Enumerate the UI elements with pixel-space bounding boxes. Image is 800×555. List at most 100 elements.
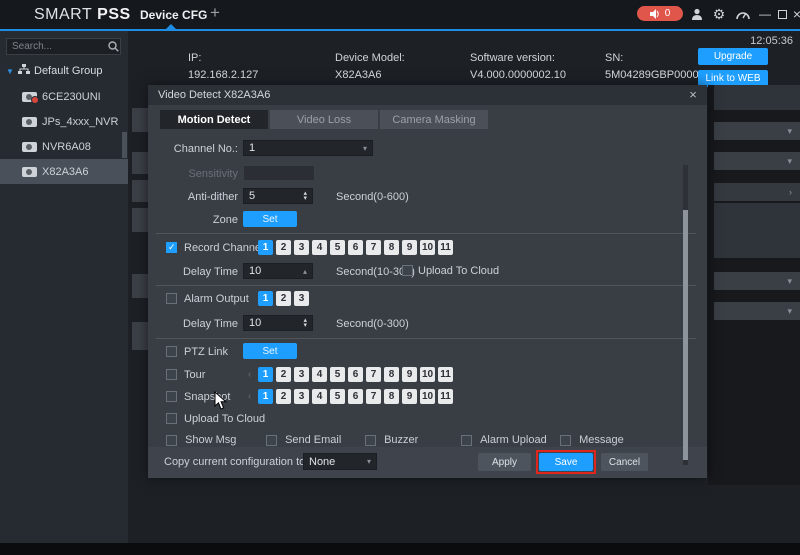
chevron-left-icon[interactable]: ‹ (248, 391, 251, 402)
channel-button[interactable]: 2 (276, 389, 291, 404)
chevron-left-icon[interactable]: ‹ (248, 369, 251, 380)
channel-button[interactable]: 9 (402, 389, 417, 404)
user-icon[interactable] (688, 5, 706, 23)
upgrade-button[interactable]: Upgrade (698, 48, 768, 65)
record-channel-buttons: 1234567891011 (258, 240, 453, 255)
channel-button[interactable]: 8 (384, 240, 399, 255)
sidebar-device-item[interactable]: JPs_4xxx_NVR (0, 109, 128, 134)
notify-checkbox[interactable] (365, 435, 376, 446)
tree-expand-icon[interactable]: ▼ (6, 67, 18, 76)
channel-button[interactable]: 4 (312, 240, 327, 255)
channel-button[interactable]: 11 (438, 367, 453, 382)
new-tab-button[interactable]: + (210, 3, 220, 23)
channel-button[interactable]: 2 (276, 291, 291, 306)
delay-time-label: Delay Time (148, 318, 238, 330)
channel-button[interactable]: 9 (402, 367, 417, 382)
notify-checkbox[interactable] (266, 435, 277, 446)
channel-button[interactable]: 3 (294, 240, 309, 255)
channel-button[interactable]: 5 (330, 389, 345, 404)
copy-config-select[interactable]: None ▾ (303, 453, 377, 470)
minimize-button[interactable]: — (756, 5, 774, 23)
record-delay-input[interactable]: 10 ▴ (243, 263, 313, 279)
channel-button[interactable]: 4 (312, 367, 327, 382)
gauge-icon[interactable] (734, 5, 752, 23)
dialog-tab[interactable]: Video Loss (270, 110, 378, 129)
notify-checkbox[interactable] (461, 435, 472, 446)
channel-button[interactable]: 6 (348, 367, 363, 382)
upload-to-cloud-checkbox[interactable] (402, 265, 413, 276)
channel-button[interactable]: 6 (348, 240, 363, 255)
channel-button[interactable]: 11 (438, 389, 453, 404)
alarm-delay-input[interactable]: 10 ▴▾ (243, 315, 313, 331)
channel-button[interactable]: 6 (348, 389, 363, 404)
search-icon[interactable] (108, 41, 119, 55)
channel-button[interactable]: 10 (420, 389, 435, 404)
alarm-notification-badge[interactable]: 0 (637, 6, 683, 21)
channel-button[interactable]: 2 (276, 367, 291, 382)
notify-checkbox[interactable] (166, 435, 177, 446)
sn-value: 5M04289GBP00005 (605, 69, 705, 81)
save-button[interactable]: Save (539, 453, 593, 471)
dialog-close-button[interactable]: × (685, 87, 701, 103)
sidebar-group-default[interactable]: ▼ Default Group (0, 61, 128, 81)
channel-button[interactable]: 7 (366, 367, 381, 382)
caret-up-icon[interactable]: ▴ (303, 267, 307, 276)
chevron-left-icon[interactable]: ‹ (248, 242, 251, 253)
search-input[interactable] (6, 38, 121, 55)
channel-button[interactable]: 1 (258, 240, 273, 255)
channel-button[interactable]: 5 (330, 240, 345, 255)
background-row-fragment (132, 180, 148, 202)
apply-button[interactable]: Apply (478, 453, 531, 471)
close-window-button[interactable]: × (788, 5, 800, 23)
sidebar-device-item[interactable]: X82A3A6 (0, 159, 128, 184)
upload-to-cloud-checkbox[interactable] (166, 413, 177, 424)
snapshot-checkbox[interactable] (166, 391, 177, 402)
dialog-tab[interactable]: Motion Detect (160, 110, 268, 129)
channel-button[interactable]: 5 (330, 367, 345, 382)
channel-button[interactable]: 10 (420, 240, 435, 255)
alarm-output-checkbox[interactable] (166, 293, 177, 304)
notify-option: Message (560, 434, 624, 446)
dialog-scrollbar-thumb[interactable] (683, 210, 688, 460)
spinner-icon[interactable]: ▴▾ (303, 191, 307, 201)
notify-option: Send Email (266, 434, 341, 446)
title-bar: SMART PSS Device CFG + 0 ⚙ — × (0, 0, 800, 29)
channel-button[interactable]: 3 (294, 291, 309, 306)
anti-dither-input[interactable]: 5 ▴▾ (243, 188, 313, 204)
spinner-icon[interactable]: ▴▾ (303, 318, 307, 328)
channel-button[interactable]: 3 (294, 367, 309, 382)
channel-button[interactable]: 1 (258, 389, 273, 404)
channel-no-select[interactable]: 1 ▾ (243, 140, 373, 156)
channel-button[interactable]: 9 (402, 240, 417, 255)
video-detect-dialog: Video Detect X82A3A6 × Motion DetectVide… (148, 85, 707, 478)
cancel-button[interactable]: Cancel (601, 453, 648, 471)
sidebar-device-item[interactable]: 6CE230UNI (0, 84, 128, 109)
maximize-icon (778, 10, 787, 19)
channel-button[interactable]: 8 (384, 389, 399, 404)
channel-button[interactable]: 7 (366, 240, 381, 255)
channel-button[interactable]: 3 (294, 389, 309, 404)
gear-icon[interactable]: ⚙ (710, 5, 728, 23)
channel-button[interactable]: 11 (438, 240, 453, 255)
tab-device-cfg[interactable]: Device CFG (140, 8, 207, 22)
channel-button[interactable]: 1 (258, 367, 273, 382)
channel-button[interactable]: 4 (312, 389, 327, 404)
dialog-scrollbar-track[interactable] (683, 165, 688, 465)
record-channel-checkbox[interactable] (166, 242, 177, 253)
sidebar-scrollbar-thumb[interactable] (122, 132, 127, 158)
notify-checkbox[interactable] (560, 435, 571, 446)
channel-button[interactable]: 8 (384, 367, 399, 382)
zone-set-button[interactable]: Set (243, 211, 297, 227)
channel-button[interactable]: 2 (276, 240, 291, 255)
channel-button[interactable]: 1 (258, 291, 273, 306)
channel-button[interactable]: 7 (366, 389, 381, 404)
dialog-tab[interactable]: Camera Masking (380, 110, 488, 129)
tour-label: Tour (184, 369, 205, 381)
ptz-link-checkbox[interactable] (166, 346, 177, 357)
tour-checkbox[interactable] (166, 369, 177, 380)
notify-label: Message (579, 434, 624, 446)
sidebar-device-item[interactable]: NVR6A08 (0, 134, 128, 159)
channel-button[interactable]: 10 (420, 367, 435, 382)
record-channel-label: Record Channel (184, 242, 264, 254)
ptz-set-button[interactable]: Set (243, 343, 297, 359)
